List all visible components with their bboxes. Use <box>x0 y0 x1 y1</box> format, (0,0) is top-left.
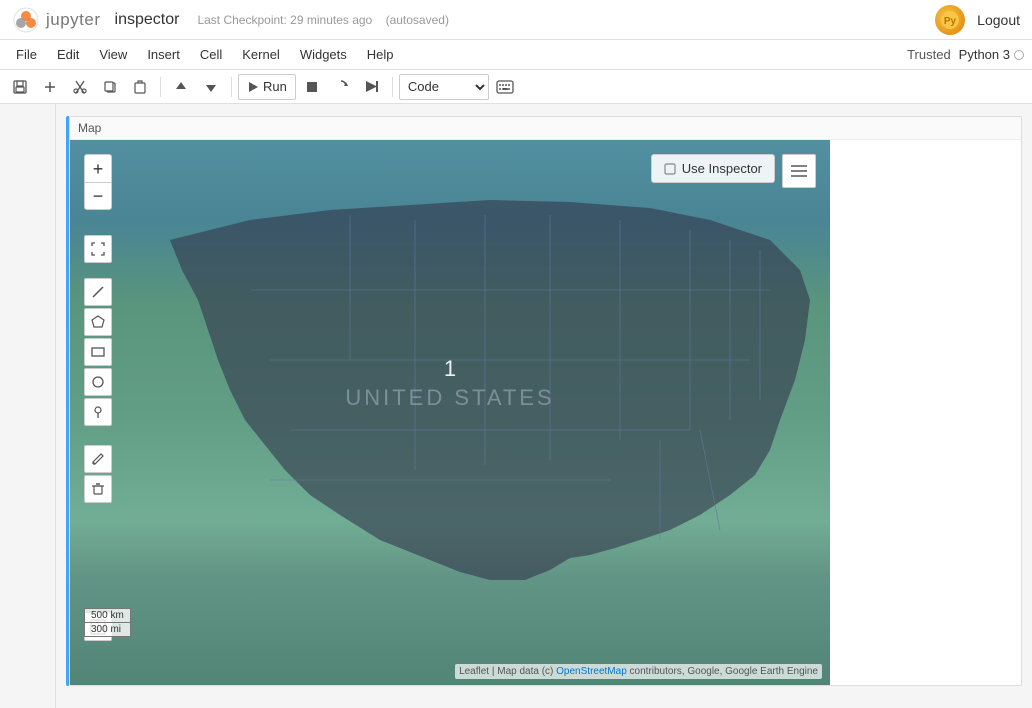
menu-cell[interactable]: Cell <box>192 45 230 64</box>
kernel-name: Python 3 <box>959 47 1010 62</box>
copy-button[interactable] <box>96 74 124 100</box>
cell-type-select[interactable]: Code Markdown Raw NBConvert <box>399 74 489 100</box>
menu-kernel[interactable]: Kernel <box>234 45 288 64</box>
delete-button[interactable] <box>84 475 112 503</box>
restart-icon <box>334 79 349 94</box>
notebook-title: inspector <box>115 11 180 29</box>
cut-button[interactable] <box>66 74 94 100</box>
header: jupyter inspector Last Checkpoint: 29 mi… <box>0 0 1032 40</box>
toolbar-sep-2 <box>231 77 232 97</box>
logout-button[interactable]: Logout <box>977 12 1020 28</box>
edit-button[interactable] <box>84 445 112 473</box>
inspector-checkbox-icon <box>664 163 676 175</box>
fullscreen-icon <box>91 242 105 256</box>
python-logo: Py <box>935 5 965 35</box>
draw-polygon-button[interactable] <box>84 308 112 336</box>
python-icon: Py <box>940 10 960 30</box>
main-content: Map <box>0 104 1032 708</box>
draw-marker-icon <box>91 405 105 419</box>
restart-run-button[interactable] <box>358 74 386 100</box>
add-cell-button[interactable] <box>36 74 64 100</box>
draw-line-icon <box>91 285 105 299</box>
cut-icon <box>72 79 88 95</box>
map-background <box>70 140 830 685</box>
map-zoom-controls: + − <box>84 154 112 210</box>
menu-widgets[interactable]: Widgets <box>292 45 355 64</box>
menu-view[interactable]: View <box>91 45 135 64</box>
copy-icon <box>102 79 118 95</box>
kernel-indicator: Python 3 <box>959 47 1024 62</box>
scale-500km: 500 km <box>84 608 131 622</box>
header-right: Py Logout <box>935 5 1020 35</box>
keyboard-icon <box>496 80 514 94</box>
menu-edit[interactable]: Edit <box>49 45 87 64</box>
draw-circle-icon <box>91 375 105 389</box>
cell-output-area: Map <box>69 116 1022 686</box>
add-icon <box>42 79 58 95</box>
fullscreen-control <box>84 235 112 263</box>
layers-icon <box>790 164 808 178</box>
menu-right: Trusted Python 3 <box>907 47 1024 62</box>
paste-button[interactable] <box>126 74 154 100</box>
interrupt-button[interactable] <box>298 74 326 100</box>
edit-controls <box>84 445 112 503</box>
draw-rect-icon <box>91 345 105 359</box>
toolbar-sep-3 <box>392 77 393 97</box>
paste-icon <box>132 79 148 95</box>
interrupt-icon <box>305 80 319 94</box>
move-up-button[interactable] <box>167 74 195 100</box>
menubar: File Edit View Insert Cell Kernel Widget… <box>0 40 1032 70</box>
layers-button[interactable] <box>782 154 816 188</box>
move-down-icon <box>203 79 219 95</box>
draw-rect-button[interactable] <box>84 338 112 366</box>
kernel-status-circle <box>1014 50 1024 60</box>
run-button[interactable]: Run <box>238 74 296 100</box>
menu-help[interactable]: Help <box>359 45 402 64</box>
map-scale: 500 km 300 mi <box>84 608 131 637</box>
toolbar: Run Code Markdown Raw NBConvert <box>0 70 1032 104</box>
use-inspector-button[interactable]: Use Inspector <box>651 154 775 183</box>
zoom-in-button[interactable]: + <box>84 154 112 182</box>
menu-insert[interactable]: Insert <box>139 45 188 64</box>
run-icon <box>247 81 259 93</box>
zoom-out-button[interactable]: − <box>84 182 112 210</box>
cell-container: Map <box>66 114 1022 688</box>
jupyter-wordmark: jupyter <box>46 10 101 30</box>
trusted-badge: Trusted <box>907 47 951 62</box>
move-up-icon <box>173 79 189 95</box>
cluster-label: 1 <box>444 356 456 382</box>
map-widget[interactable]: UNITED STATES 1 + − <box>70 140 830 685</box>
menu-file[interactable]: File <box>8 45 45 64</box>
restart-button[interactable] <box>328 74 356 100</box>
keyboard-shortcuts-button[interactable] <box>491 74 519 100</box>
cell-output-header: Map <box>70 117 1021 140</box>
toolbar-sep-1 <box>160 77 161 97</box>
jupyter-logo-icon <box>12 6 40 34</box>
draw-polygon-icon <box>91 315 105 329</box>
scale-300mi: 300 mi <box>84 622 131 637</box>
draw-marker-button[interactable] <box>84 398 112 426</box>
svg-text:Py: Py <box>944 16 957 27</box>
sidebar <box>0 104 56 708</box>
fullscreen-button[interactable] <box>84 235 112 263</box>
notebook-area[interactable]: Map <box>56 104 1032 708</box>
save-icon <box>12 79 28 95</box>
move-down-button[interactable] <box>197 74 225 100</box>
openstreetmap-link[interactable]: OpenStreetMap <box>556 666 627 677</box>
delete-icon <box>91 482 105 496</box>
save-button[interactable] <box>6 74 34 100</box>
edit-icon <box>91 452 105 466</box>
draw-controls <box>84 278 112 426</box>
draw-circle-button[interactable] <box>84 368 112 396</box>
draw-line-button[interactable] <box>84 278 112 306</box>
map-attribution: Leaflet | Map data (c) OpenStreetMap con… <box>455 664 822 679</box>
restart-run-icon <box>364 79 379 94</box>
jupyter-logo: jupyter <box>12 6 101 34</box>
checkpoint-info: Last Checkpoint: 29 minutes ago (autosav… <box>197 13 449 27</box>
